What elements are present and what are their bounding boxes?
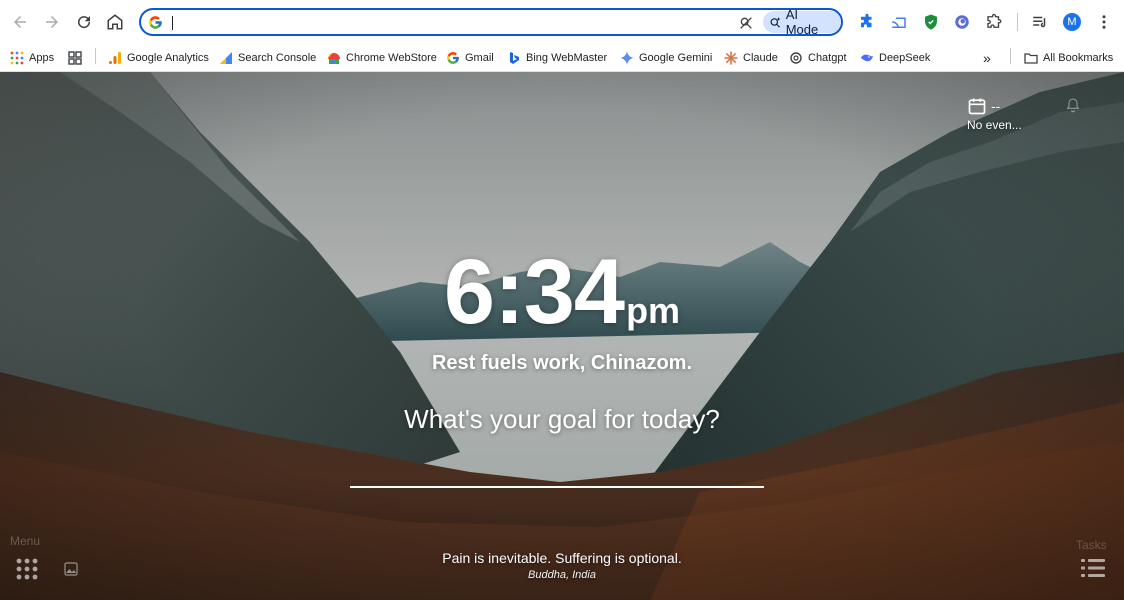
- tasks-list-icon[interactable]: [1081, 558, 1105, 578]
- search-console-icon: [219, 51, 233, 65]
- bookmark-bing-webmaster[interactable]: Bing WebMaster: [507, 48, 607, 67]
- bookmark-chrome-webstore[interactable]: Chrome WebStore: [327, 48, 437, 67]
- bookmark-claude[interactable]: Claude: [724, 48, 778, 67]
- claude-icon: [724, 50, 738, 65]
- clock[interactable]: 6:34pm: [0, 246, 1124, 338]
- google-g-icon: [149, 16, 162, 29]
- bookmark-label: Search Console: [238, 51, 317, 64]
- toolbar-divider: [1017, 13, 1018, 31]
- text-cursor: [172, 16, 173, 30]
- bookmarks-overflow-button[interactable]: »: [983, 48, 991, 67]
- extensions-icon[interactable]: [985, 13, 1003, 31]
- forward-icon[interactable]: [36, 6, 68, 38]
- bookmark-deepseek[interactable]: DeepSeek: [860, 48, 930, 67]
- bookmark-label: Google Gemini: [639, 51, 713, 64]
- bell-icon[interactable]: [1065, 96, 1081, 114]
- bookmark-label: Claude: [743, 51, 778, 64]
- menu-label: Menu: [10, 534, 41, 548]
- more-menu-icon[interactable]: [1095, 13, 1113, 31]
- apps-grid-icon: [10, 51, 24, 65]
- bookmark-label: All Bookmarks: [1043, 51, 1114, 64]
- clock-ampm: pm: [626, 290, 681, 331]
- bookmark-chatgpt[interactable]: Chatgpt: [789, 48, 847, 67]
- back-icon[interactable]: [4, 6, 36, 38]
- calendar-dash: --: [991, 98, 1001, 114]
- gemini-icon: [620, 50, 634, 65]
- quote-source: Buddha, India: [528, 569, 596, 581]
- analytics-icon: [108, 51, 122, 65]
- google-g-icon: [446, 51, 460, 65]
- reading-list-icon[interactable]: [1031, 13, 1049, 31]
- quote-text[interactable]: Pain is inevitable. Suffering is optiona…: [0, 550, 1124, 566]
- bookmark-label: DeepSeek: [879, 51, 931, 64]
- lens-icon[interactable]: [738, 15, 754, 31]
- bookmark-label: Chatgpt: [808, 51, 847, 64]
- new-tab-dashboard: ​ -- No even... 6:34pm Rest fuels work, …: [0, 72, 1124, 600]
- home-icon[interactable]: [99, 6, 131, 38]
- bookmark-divider: [1010, 48, 1011, 64]
- address-bar[interactable]: AI Mode: [139, 7, 843, 37]
- bookmark-gmail[interactable]: Gmail: [446, 48, 494, 67]
- deepseek-icon: [860, 51, 874, 65]
- tasks-label: Tasks: [1076, 538, 1107, 552]
- bookmark-google-analytics[interactable]: Google Analytics: [108, 48, 209, 67]
- bing-icon: [507, 51, 521, 65]
- bookmark-google-gemini[interactable]: Google Gemini: [620, 48, 712, 67]
- profile-avatar[interactable]: M: [1063, 13, 1081, 31]
- bookmark-label: Gmail: [465, 51, 494, 64]
- bookmark-label: Chrome WebStore: [346, 51, 437, 64]
- bookmark-label: Apps: [29, 51, 55, 64]
- greeting[interactable]: Rest fuels work, Chinazom.: [0, 352, 1124, 375]
- focus-question: What's your goal for today?: [404, 404, 720, 434]
- bookmark-apps[interactable]: Apps: [10, 48, 54, 67]
- cast-icon[interactable]: [890, 13, 908, 31]
- goal-input[interactable]: [350, 458, 764, 488]
- calendar-widget[interactable]: -- No even...: [967, 96, 1022, 132]
- bookmark-label: Bing WebMaster: [526, 51, 608, 64]
- bookmark-grid[interactable]: [68, 48, 82, 67]
- bookmark-divider: [95, 48, 96, 64]
- puzzle-extension-icon[interactable]: [858, 13, 876, 31]
- clock-time: 6:34: [443, 241, 625, 343]
- circle-extension-icon[interactable]: [953, 13, 971, 31]
- shield-icon[interactable]: [922, 13, 940, 31]
- grid-squares-icon: [68, 50, 82, 65]
- reload-icon[interactable]: [68, 6, 100, 38]
- bookmark-label: Google Analytics: [127, 51, 209, 64]
- ai-mode-label: AI Mode: [785, 7, 819, 37]
- calendar-icon: [968, 98, 986, 115]
- bookmark-search-console[interactable]: Search Console: [219, 48, 316, 67]
- ai-mode-button[interactable]: AI Mode: [763, 7, 841, 37]
- chatgpt-icon: [789, 51, 803, 65]
- all-bookmarks-button[interactable]: All Bookmarks: [1024, 48, 1113, 67]
- ai-mode-icon: [770, 16, 781, 28]
- browser-toolbar: AI Mode M: [0, 0, 1124, 44]
- folder-icon: [1024, 51, 1038, 65]
- webstore-icon: [327, 51, 341, 65]
- calendar-status: No even...: [967, 118, 1022, 132]
